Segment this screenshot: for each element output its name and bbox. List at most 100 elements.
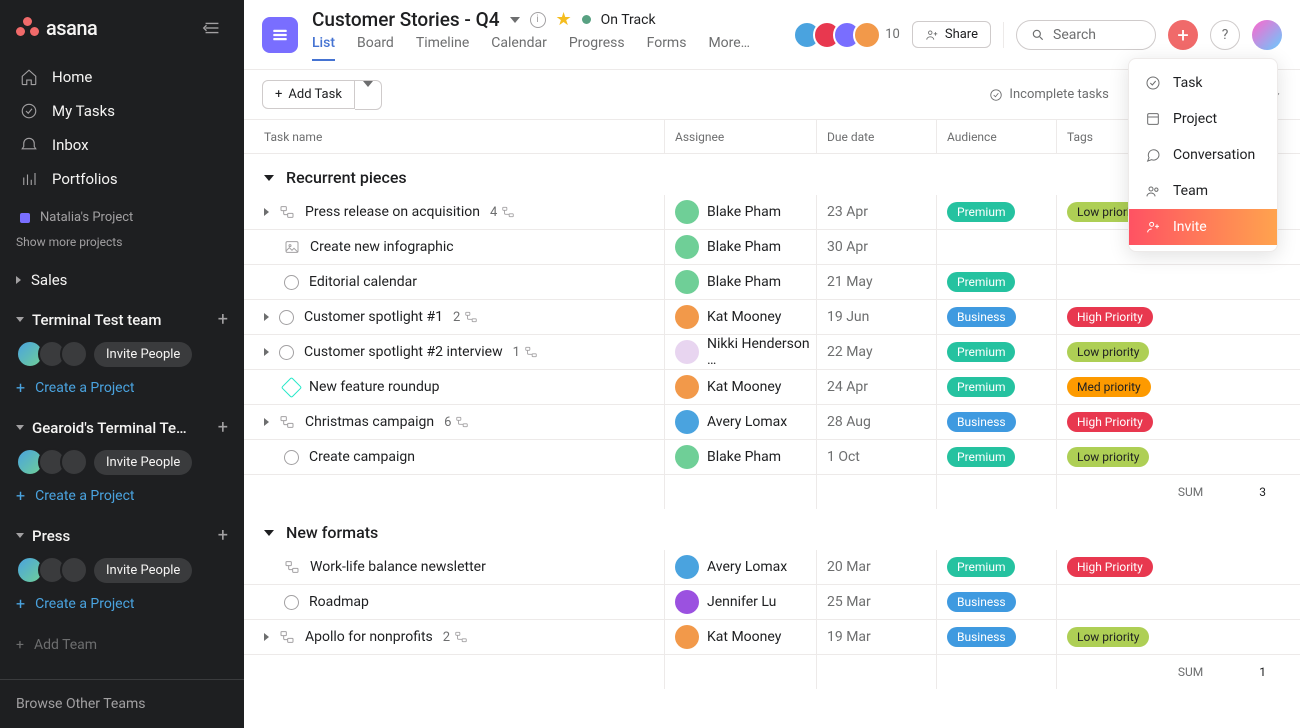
invite-people-button[interactable]: Invite People xyxy=(94,558,192,583)
expand-icon[interactable] xyxy=(264,418,269,426)
invite-people-button[interactable]: Invite People xyxy=(94,342,192,367)
incomplete-tasks-filter[interactable]: Incomplete tasks xyxy=(989,87,1108,102)
sidebar: asana Home My Tasks Inbox Portfolios Nat… xyxy=(0,0,244,728)
team-header[interactable]: Gearoid's Terminal Te… xyxy=(16,419,187,437)
task-row[interactable]: Customer spotlight #2 interview1 Nikki H… xyxy=(244,335,1300,370)
tags-cell: Low priority xyxy=(1056,620,1276,654)
team-add-icon[interactable]: + xyxy=(218,417,228,438)
tab-more[interactable]: More… xyxy=(708,35,750,61)
task-row[interactable]: Christmas campaign6 Avery Lomax 28 Aug B… xyxy=(244,405,1300,440)
share-button[interactable]: Share xyxy=(912,21,991,48)
add-menu: Task Project Conversation Team Invite xyxy=(1128,58,1278,252)
assignee-avatar xyxy=(675,340,699,364)
invite-people-button[interactable]: Invite People xyxy=(94,450,192,475)
assignee-name: Avery Lomax xyxy=(707,559,787,575)
nav-home[interactable]: Home xyxy=(8,60,236,94)
assignee-name: Jennifer Lu xyxy=(707,594,776,610)
tab-progress[interactable]: Progress xyxy=(569,35,625,61)
tab-list[interactable]: List xyxy=(312,35,335,61)
section-toggle[interactable] xyxy=(264,530,274,536)
section-title: New formats xyxy=(286,523,378,542)
tags-cell xyxy=(1056,585,1276,619)
task-row[interactable]: New feature roundup Kat Mooney 24 Apr Pr… xyxy=(244,370,1300,405)
add-task-button[interactable]: +Add Task xyxy=(262,80,355,109)
sidebar-sales[interactable]: Sales xyxy=(0,261,244,299)
main: Customer Stories - Q4 i ★ On Track ListB… xyxy=(244,0,1300,728)
expand-icon[interactable] xyxy=(264,313,269,321)
task-row[interactable]: Editorial calendar Blake Pham 21 May Pre… xyxy=(244,265,1300,300)
search-icon xyxy=(1031,28,1045,42)
task-name: Work-life balance newsletter xyxy=(310,559,486,575)
collapse-sidebar-button[interactable] xyxy=(196,12,228,44)
assignee-name: Blake Pham xyxy=(707,449,781,465)
assignee-avatar xyxy=(675,235,699,259)
audience-cell: Premium xyxy=(936,335,1056,369)
help-button[interactable]: ? xyxy=(1210,20,1240,50)
assignee-avatar xyxy=(675,410,699,434)
task-name: Editorial calendar xyxy=(309,274,417,290)
task-row[interactable]: Roadmap Jennifer Lu 25 Mar Business xyxy=(244,585,1300,620)
project-dropdown[interactable] xyxy=(510,17,520,23)
member-avatars[interactable]: 10 xyxy=(793,21,900,49)
assignee-name: Avery Lomax xyxy=(707,414,787,430)
task-name: Apollo for nonprofits xyxy=(305,629,433,645)
audience-cell: Premium xyxy=(936,440,1056,474)
browse-other-teams[interactable]: Browse Other Teams xyxy=(0,679,244,728)
tags-cell: Low priority xyxy=(1056,335,1276,369)
tab-timeline[interactable]: Timeline xyxy=(416,35,469,61)
nav-my-tasks[interactable]: My Tasks xyxy=(8,94,236,128)
expand-icon[interactable] xyxy=(264,348,269,356)
tab-forms[interactable]: Forms xyxy=(647,35,687,61)
team-header[interactable]: Press xyxy=(16,527,70,545)
add-menu-task[interactable]: Task xyxy=(1129,65,1277,101)
audience-cell: Premium xyxy=(936,265,1056,299)
due-date: 22 May xyxy=(816,335,936,369)
sidebar-project-truncated[interactable]: Natalia's Project xyxy=(0,204,244,231)
add-menu-team[interactable]: Team xyxy=(1129,173,1277,209)
task-row[interactable]: Work-life balance newsletter Avery Lomax… xyxy=(244,550,1300,585)
create-project-button[interactable]: +Create a Project xyxy=(16,584,228,613)
current-user-avatar[interactable] xyxy=(1252,20,1282,50)
task-row[interactable]: Create campaign Blake Pham 1 Oct Premium… xyxy=(244,440,1300,475)
assignee-name: Blake Pham xyxy=(707,274,781,290)
audience-cell: Business xyxy=(936,405,1056,439)
audience-cell: Premium xyxy=(936,195,1056,229)
section-toggle[interactable] xyxy=(264,175,274,181)
add-menu-project[interactable]: Project xyxy=(1129,101,1277,137)
logo-text: asana xyxy=(46,16,97,40)
team-header[interactable]: Terminal Test team xyxy=(16,311,161,329)
add-menu-conversation[interactable]: Conversation xyxy=(1129,137,1277,173)
team-add-icon[interactable]: + xyxy=(218,309,228,330)
nav-inbox[interactable]: Inbox xyxy=(8,128,236,162)
project-info-icon[interactable]: i xyxy=(530,12,546,28)
show-more-projects[interactable]: Show more projects xyxy=(0,231,244,261)
add-button[interactable]: + xyxy=(1168,20,1198,50)
tab-calendar[interactable]: Calendar xyxy=(491,35,547,61)
assignee-name: Nikki Henderson … xyxy=(707,336,816,368)
search-input[interactable]: Search xyxy=(1016,20,1156,50)
tab-board[interactable]: Board xyxy=(357,35,394,61)
due-date: 30 Apr xyxy=(816,230,936,264)
add-menu-invite[interactable]: Invite xyxy=(1129,209,1277,245)
create-project-button[interactable]: +Create a Project xyxy=(16,476,228,505)
nav-portfolios[interactable]: Portfolios xyxy=(8,162,236,196)
add-task-dropdown[interactable] xyxy=(355,80,382,110)
task-row[interactable]: Apollo for nonprofits2 Kat Mooney 19 Mar… xyxy=(244,620,1300,655)
task-name: Customer spotlight #1 xyxy=(304,309,443,325)
assignee-name: Kat Mooney xyxy=(707,309,781,325)
star-icon[interactable]: ★ xyxy=(556,9,572,30)
assignee-avatar xyxy=(675,375,699,399)
audience-cell: Premium xyxy=(936,550,1056,584)
due-date: 24 Apr xyxy=(816,370,936,404)
add-team-button[interactable]: +Add Team xyxy=(0,623,244,667)
logo[interactable]: asana xyxy=(16,16,97,40)
status-text[interactable]: On Track xyxy=(601,12,656,28)
assignee-name: Blake Pham xyxy=(707,204,781,220)
create-project-button[interactable]: +Create a Project xyxy=(16,368,228,397)
expand-icon[interactable] xyxy=(264,208,269,216)
tags-cell: High Priority xyxy=(1056,550,1276,584)
task-name: Create campaign xyxy=(309,449,415,465)
task-row[interactable]: Customer spotlight #12 Kat Mooney 19 Jun… xyxy=(244,300,1300,335)
team-add-icon[interactable]: + xyxy=(218,525,228,546)
expand-icon[interactable] xyxy=(264,633,269,641)
